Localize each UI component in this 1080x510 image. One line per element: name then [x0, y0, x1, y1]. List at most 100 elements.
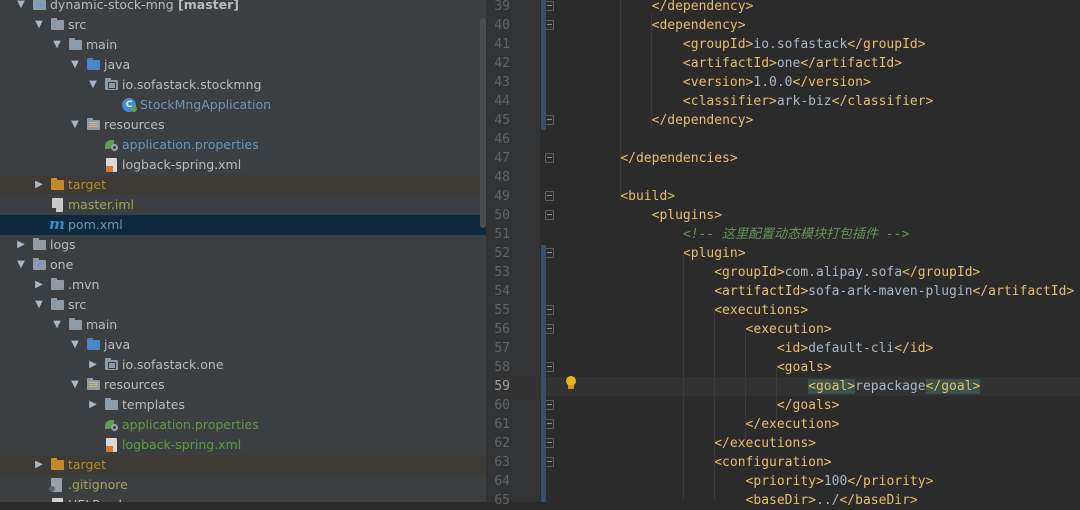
fold-marker-icon[interactable] — [545, 362, 554, 372]
tree-item[interactable]: ▶ logs — [0, 235, 486, 255]
tree-item[interactable]: ▼ io.sofastack.stockmng — [0, 75, 486, 95]
tree-item[interactable]: ▼ main — [0, 35, 486, 55]
line-number: 61 — [494, 417, 510, 432]
tree-item[interactable]: ▼ dynamic-stock-mng [master] — [0, 0, 486, 15]
collapse-arrow-icon[interactable]: ▶ — [33, 455, 45, 475]
tree-item[interactable]: ▶ target — [0, 175, 486, 195]
fold-marker-icon[interactable] — [545, 419, 554, 429]
line-number: 59 — [494, 379, 510, 394]
folder-icon — [68, 315, 84, 335]
fold-marker-icon[interactable] — [545, 438, 554, 448]
code-line[interactable]: 63 <configuration> — [488, 453, 1080, 472]
tree-item[interactable]: .gitignore — [0, 475, 486, 495]
code-line[interactable]: 52 <plugin> — [488, 244, 1080, 263]
fold-marker-icon[interactable] — [545, 191, 554, 201]
collapse-arrow-icon[interactable]: ▶ — [33, 275, 45, 295]
file-icon — [50, 495, 66, 502]
code-line[interactable]: 54 <artifactId>sofa-ark-maven-plugin</ar… — [488, 282, 1080, 301]
code-line[interactable]: 61 </execution> — [488, 415, 1080, 434]
fold-marker-icon[interactable] — [545, 248, 554, 258]
expand-arrow-icon[interactable]: ▼ — [69, 335, 81, 355]
line-number: 62 — [494, 436, 510, 451]
tree-item[interactable]: ▶ templates — [0, 395, 486, 415]
fold-marker-icon[interactable] — [545, 115, 554, 125]
code-line[interactable]: 46 — [488, 130, 1080, 149]
line-number: 63 — [494, 455, 510, 470]
tree-item[interactable]: ▼ resources — [0, 375, 486, 395]
folder-module-icon — [32, 0, 48, 15]
tree-item[interactable]: ▼ one — [0, 255, 486, 275]
tree-item[interactable]: ▼ java — [0, 335, 486, 355]
code-line[interactable]: 50 <plugins> — [488, 206, 1080, 225]
expand-arrow-icon[interactable]: ▼ — [33, 295, 45, 315]
expand-arrow-icon[interactable]: ▼ — [87, 75, 99, 95]
lightbulb-icon[interactable] — [565, 376, 577, 391]
properties-file-icon — [104, 135, 120, 155]
fold-marker-icon[interactable] — [545, 1, 554, 11]
tree-item[interactable]: ▼ src — [0, 295, 486, 315]
fold-marker-icon[interactable] — [545, 153, 554, 163]
code-line[interactable]: 47 </dependencies> — [488, 149, 1080, 168]
code-line[interactable]: 65 <baseDir>../</baseDir> — [488, 491, 1080, 510]
collapse-arrow-icon[interactable]: ▶ — [33, 175, 45, 195]
expand-arrow-icon[interactable]: ▼ — [69, 115, 81, 135]
code-line[interactable]: 55 <executions> — [488, 301, 1080, 320]
fold-marker-icon[interactable] — [545, 20, 554, 30]
code-line[interactable]: 48 — [488, 168, 1080, 187]
fold-marker-icon[interactable] — [545, 305, 554, 315]
tree-item[interactable]: ▶ target — [0, 455, 486, 475]
expand-arrow-icon[interactable]: ▼ — [15, 255, 27, 275]
tree-item[interactable]: logback-spring.xml — [0, 155, 486, 175]
code-line[interactable]: 49 <build> — [488, 187, 1080, 206]
expand-arrow-icon[interactable]: ▼ — [51, 35, 63, 55]
code-line[interactable]: 43 <version>1.0.0</version> — [488, 73, 1080, 92]
expand-arrow-icon[interactable]: ▼ — [69, 55, 81, 75]
tree-item[interactable]: ▼ java — [0, 55, 486, 75]
collapse-arrow-icon[interactable]: ▶ — [15, 235, 27, 255]
tree-item[interactable]: HELP.md — [0, 495, 486, 502]
code-line[interactable]: 40 <dependency> — [488, 16, 1080, 35]
collapse-arrow-icon[interactable]: ▶ — [87, 395, 99, 415]
collapse-arrow-icon[interactable]: ▶ — [87, 355, 99, 375]
tree-item[interactable]: ▼ src — [0, 15, 486, 35]
fold-marker-icon[interactable] — [545, 457, 554, 467]
code-line[interactable]: 60 </goals> — [488, 396, 1080, 415]
expand-arrow-icon[interactable]: ▼ — [69, 375, 81, 395]
expand-arrow-icon[interactable]: ▼ — [51, 315, 63, 335]
folder-source-icon — [86, 335, 102, 355]
tree-item[interactable]: ▼ resources — [0, 115, 486, 135]
fold-marker-icon[interactable] — [545, 210, 554, 220]
code-text: <goal>repackage</goal> — [808, 379, 981, 394]
code-line[interactable]: 39 </dependency> — [488, 0, 1080, 16]
tree-item-label: master.iml — [68, 197, 135, 212]
tree-item[interactable]: application.properties — [0, 135, 486, 155]
tree-item[interactable]: logback-spring.xml — [0, 435, 486, 455]
line-number: 47 — [494, 151, 510, 166]
code-line[interactable]: 56 <execution> — [488, 320, 1080, 339]
expand-arrow-icon[interactable]: ▼ — [33, 15, 45, 35]
fold-marker-icon[interactable] — [545, 324, 554, 334]
code-line[interactable]: 44 <classifier>ark-biz</classifier> — [488, 92, 1080, 111]
expand-arrow-icon[interactable]: ▼ — [15, 0, 27, 15]
fold-marker-icon[interactable] — [545, 400, 554, 410]
tree-item-label: src — [68, 297, 87, 312]
tree-item[interactable]: ▶ io.sofastack.one — [0, 355, 486, 375]
tree-item[interactable]: m pom.xml — [0, 215, 486, 235]
code-line[interactable]: 51 <!-- 这里配置动态模块打包插件 --> — [488, 225, 1080, 244]
tree-item[interactable]: master.iml — [0, 195, 486, 215]
code-line[interactable]: 45 </dependency> — [488, 111, 1080, 130]
tree-item[interactable]: application.properties — [0, 415, 486, 435]
tree-item[interactable]: ▶ .mvn — [0, 275, 486, 295]
code-line[interactable]: 58 <goals> — [488, 358, 1080, 377]
code-line[interactable]: 62 </executions> — [488, 434, 1080, 453]
tree-item[interactable]: ▼ main — [0, 315, 486, 335]
code-line[interactable]: 57 <id>default-cli</id> — [488, 339, 1080, 358]
code-line[interactable]: 64 <priority>100</priority> — [488, 472, 1080, 491]
tree-item-label: io.sofastack.one — [122, 357, 224, 372]
line-number: 48 — [494, 170, 510, 185]
tree-item[interactable]: C StockMngApplication — [0, 95, 486, 115]
code-line[interactable]: 41 <groupId>io.sofastack</groupId> — [488, 35, 1080, 54]
git-file-icon — [49, 475, 66, 495]
code-line[interactable]: 42 <artifactId>one</artifactId> — [488, 54, 1080, 73]
code-line[interactable]: 53 <groupId>com.alipay.sofa</groupId> — [488, 263, 1080, 282]
